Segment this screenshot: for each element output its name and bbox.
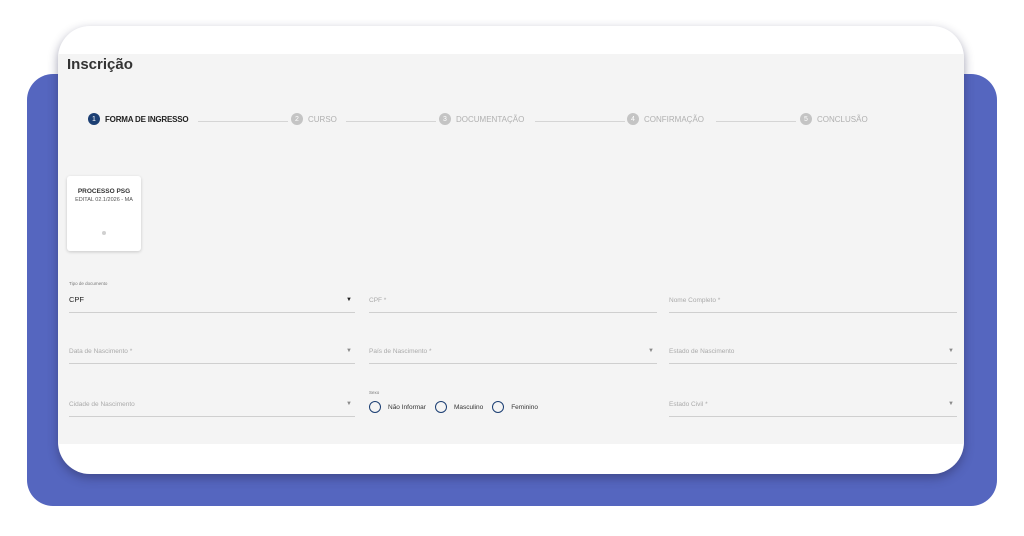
step-connector [535,121,625,122]
cpf-placeholder: CPF * [369,297,387,304]
estado-nascimento-placeholder: Estado de Nascimento [669,348,735,355]
step-connector [716,121,796,122]
step-label: DOCUMENTAÇÃO [456,114,525,124]
nome-completo-input[interactable]: Nome Completo * [669,292,957,313]
data-nascimento-placeholder: Data de Nascimento * [69,348,133,355]
step-documentacao[interactable]: 3 DOCUMENTAÇÃO [439,113,524,125]
sexo-radio-group: Não Informar Masculino Feminino [369,401,547,413]
radio-button[interactable] [434,401,447,413]
pais-nascimento-placeholder: País de Nascimento * [369,348,432,355]
radio-button[interactable] [492,401,505,413]
chevron-down-icon: ▼ [346,401,352,407]
chevron-down-icon: ▼ [648,348,654,354]
step-forma-de-ingresso[interactable]: 1 FORMA DE INGRESSO [88,113,189,125]
step-number: 5 [800,113,812,125]
cpf-input[interactable]: CPF * [369,292,657,313]
step-curso[interactable]: 2 CURSO [291,113,337,125]
app-window: Inscrição 1 FORMA DE INGRESSO 2 CURSO 3 … [58,26,964,474]
sexo-label: Sexo [369,390,380,395]
step-conclusao[interactable]: 5 CONCLUSÃO [800,113,868,125]
cidade-nascimento-select[interactable]: Cidade de Nascimento ▼ [69,396,355,417]
step-label: CONFIRMAÇÃO [644,114,704,124]
sexo-option-feminino[interactable]: Feminino [492,401,538,413]
process-select-radio[interactable] [102,231,106,235]
step-number: 3 [439,113,451,125]
cidade-nascimento-placeholder: Cidade de Nascimento [69,401,135,408]
pais-nascimento-select[interactable]: País de Nascimento * ▼ [369,343,657,364]
chevron-down-icon: ▼ [346,297,352,303]
tipo-documento-label: Tipo de documento [69,281,108,286]
sexo-option-masculino[interactable]: Masculino [434,401,484,413]
estado-civil-placeholder: Estado Civil * [669,401,708,408]
process-card[interactable]: PROCESSO PSG EDITAL 02.1/2026 - MA [67,176,141,251]
step-confirmacao[interactable]: 4 CONFIRMAÇÃO [627,113,704,125]
data-nascimento-input[interactable]: Data de Nascimento * ▼ [69,343,355,364]
sexo-option-nao-informar[interactable]: Não Informar [369,401,426,413]
page-title: Inscrição [67,56,133,73]
step-number: 1 [88,113,100,125]
tipo-documento-value: CPF [69,295,84,304]
nome-completo-placeholder: Nome Completo * [669,297,721,304]
step-connector [198,121,288,122]
process-title: PROCESSO PSG [77,188,131,195]
step-label: FORMA DE INGRESSO [105,114,189,124]
tipo-documento-select[interactable]: Tipo de documento CPF ▼ [69,281,355,313]
estado-civil-select[interactable]: Estado Civil * ▼ [669,396,957,417]
chevron-down-icon: ▼ [346,348,352,354]
radio-label: Masculino [453,403,484,411]
step-label: CONCLUSÃO [817,114,868,124]
step-number: 4 [627,113,639,125]
step-connector [346,121,436,122]
step-label: CURSO [308,114,337,124]
radio-label: Feminino [511,403,538,411]
radio-label: Não Informar [388,403,426,411]
estado-nascimento-select[interactable]: Estado de Nascimento ▼ [669,343,957,364]
process-subtitle: EDITAL 02.1/2026 - MA [75,197,133,203]
step-number: 2 [291,113,303,125]
radio-button[interactable] [369,401,381,413]
chevron-down-icon: ▼ [948,348,954,354]
chevron-down-icon: ▼ [948,401,954,407]
stepper: 1 FORMA DE INGRESSO 2 CURSO 3 DOCUMENTAÇ… [58,113,964,131]
